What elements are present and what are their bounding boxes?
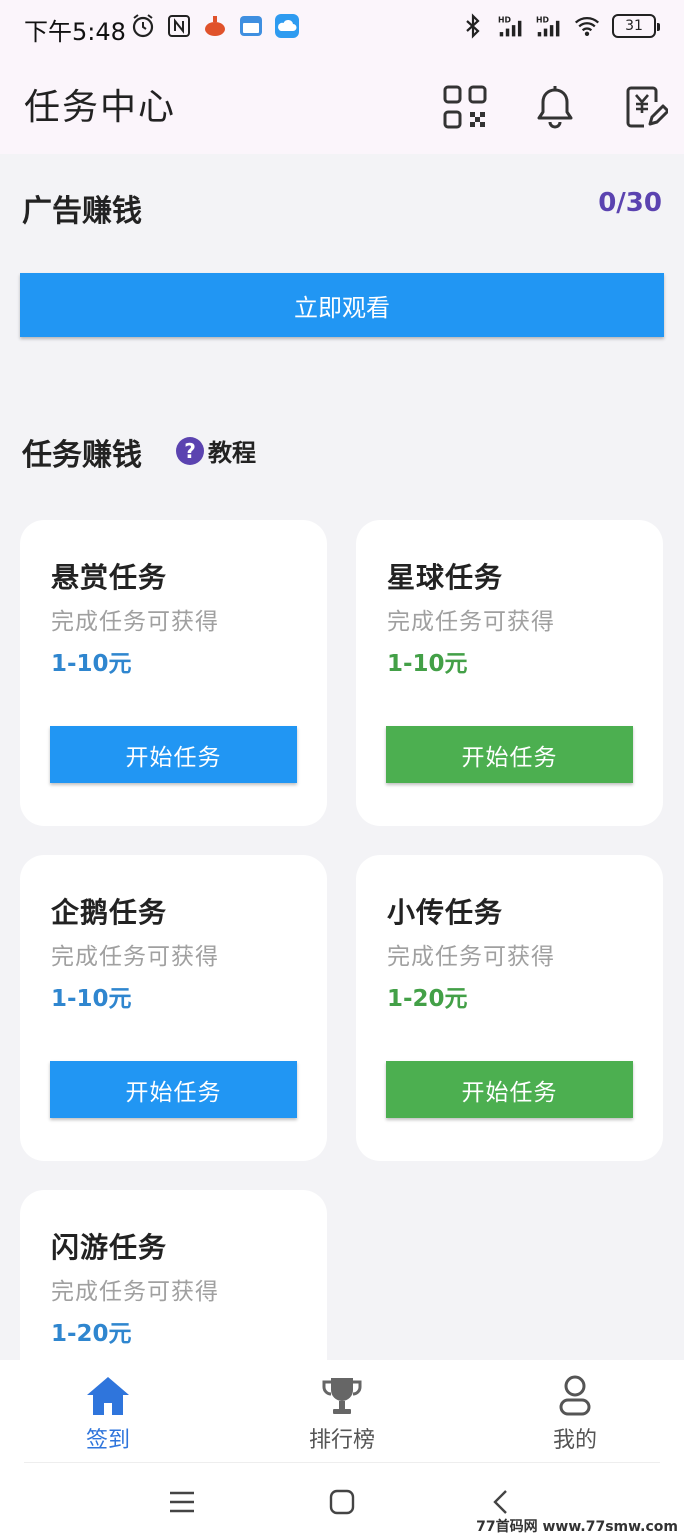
page-title: 任务中心: [24, 87, 177, 128]
bluetooth-icon: [466, 13, 480, 39]
task-card: 星球任务 完成任务可获得 1-10元 开始任务: [356, 520, 663, 826]
task-subtitle: 完成任务可获得: [387, 609, 555, 635]
person-icon: [559, 1375, 591, 1416]
ad-section-title: 广告赚钱: [22, 194, 142, 229]
task-reward: 1-10元: [51, 651, 132, 677]
watch-now-button[interactable]: 立即观看: [20, 273, 664, 337]
start-task-button[interactable]: 开始任务: [386, 726, 633, 783]
svg-text:HD: HD: [536, 16, 550, 25]
menu-icon[interactable]: [168, 1488, 196, 1516]
task-title: 小传任务: [387, 896, 504, 929]
calendar-icon: [240, 16, 262, 36]
alarm-icon: [132, 14, 154, 38]
task-title: 企鹅任务: [51, 896, 168, 929]
start-task-button[interactable]: 开始任务: [386, 1061, 633, 1118]
task-card: 悬赏任务 完成任务可获得 1-10元 开始任务: [20, 520, 327, 826]
cloud-icon: [275, 14, 299, 38]
trophy-icon: [322, 1378, 362, 1414]
task-subtitle: 完成任务可获得: [51, 1279, 219, 1305]
task-subtitle: 完成任务可获得: [387, 944, 555, 970]
task-subtitle: 完成任务可获得: [51, 944, 219, 970]
status-bar: 下午5:48 HD HD 31: [0, 0, 684, 56]
svg-text:HD: HD: [498, 16, 512, 25]
home-icon: [87, 1377, 129, 1415]
nfc-icon: [168, 15, 190, 37]
app-bar: 任务中心: [0, 56, 684, 154]
bell-icon[interactable]: [532, 84, 578, 130]
task-card: 闪游任务 完成任务可获得 1-20元: [20, 1190, 327, 1360]
task-section-title: 任务赚钱: [22, 438, 142, 473]
wifi-icon: [574, 16, 600, 36]
start-task-button[interactable]: 开始任务: [50, 726, 297, 783]
tutorial-label: 教程: [208, 439, 256, 467]
nav-item-checkin[interactable]: 签到: [48, 1374, 168, 1454]
nav-item-leaderboard[interactable]: 排行榜: [282, 1374, 402, 1454]
nav-label: 签到: [85, 1428, 130, 1453]
back-icon[interactable]: [488, 1488, 516, 1516]
watermark: 77首码网 www.77smw.com: [476, 1519, 678, 1535]
battery-indicator: 31: [612, 14, 660, 38]
signal-hd-icon: HD: [498, 16, 522, 37]
app-icon: [205, 16, 225, 36]
task-reward: 1-10元: [51, 986, 132, 1012]
task-reward: 1-10元: [387, 651, 468, 677]
tutorial-link[interactable]: ? 教程: [176, 433, 256, 468]
nav-label: 排行榜: [308, 1428, 375, 1453]
task-reward: 1-20元: [387, 986, 468, 1012]
task-title: 悬赏任务: [51, 561, 168, 594]
bottom-nav: 签到 排行榜 我的: [0, 1360, 684, 1537]
signal-hd-icon: HD: [536, 16, 560, 37]
qr-code-icon[interactable]: [442, 84, 488, 130]
home-square-icon[interactable]: [328, 1488, 356, 1516]
help-icon: ?: [176, 436, 204, 465]
task-title: 星球任务: [387, 561, 504, 594]
yuan-edit-icon[interactable]: [622, 84, 668, 130]
task-reward: 1-20元: [51, 1321, 132, 1347]
nav-label: 我的: [552, 1428, 597, 1453]
task-card: 小传任务 完成任务可获得 1-20元 开始任务: [356, 855, 663, 1161]
status-time: 下午5:48: [24, 18, 126, 46]
nav-item-me[interactable]: 我的: [515, 1374, 635, 1454]
task-card: 企鹅任务 完成任务可获得 1-10元 开始任务: [20, 855, 327, 1161]
ad-counter: 0/30: [598, 188, 662, 218]
task-subtitle: 完成任务可获得: [51, 609, 219, 635]
task-title: 闪游任务: [51, 1231, 168, 1264]
start-task-button[interactable]: 开始任务: [50, 1061, 297, 1118]
